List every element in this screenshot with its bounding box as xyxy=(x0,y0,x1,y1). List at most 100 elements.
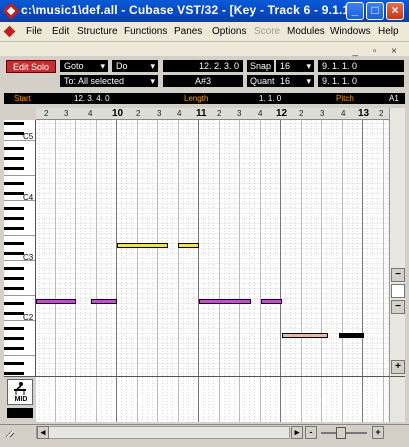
grid-line xyxy=(270,377,271,422)
black-key[interactable] xyxy=(4,122,24,125)
grid-line xyxy=(244,120,245,376)
menu-edit[interactable]: Edit xyxy=(52,26,69,37)
black-key[interactable] xyxy=(4,252,24,255)
black-key[interactable] xyxy=(4,337,24,340)
goto-dropdown[interactable]: Goto ▾ xyxy=(60,60,108,72)
scroll-minus-button[interactable]: − xyxy=(391,268,405,282)
zoom-in-button[interactable]: + xyxy=(372,426,384,439)
midi-note[interactable] xyxy=(282,333,328,338)
menu-windows[interactable]: Windows xyxy=(330,26,371,37)
grid-line xyxy=(326,377,327,422)
cubase-app-icon[interactable] xyxy=(3,3,19,19)
midi-note[interactable] xyxy=(261,299,282,304)
controller-selector[interactable] xyxy=(7,408,33,418)
edit-solo-button[interactable]: Edit Solo xyxy=(6,60,56,73)
black-key[interactable] xyxy=(4,267,24,270)
grid-line xyxy=(49,120,50,376)
close-button[interactable]: × xyxy=(386,2,404,20)
mid-button[interactable]: MID xyxy=(7,379,33,405)
zoom-out-button[interactable]: - xyxy=(305,426,317,439)
to-selected-label: To: All selected xyxy=(64,76,125,86)
horizontal-scrollbar[interactable]: ◂ xyxy=(36,426,290,439)
menu-score[interactable]: Score xyxy=(254,26,280,37)
menu-functions[interactable]: Functions xyxy=(124,26,167,37)
black-key[interactable] xyxy=(4,347,24,350)
black-key[interactable] xyxy=(4,312,24,315)
black-key[interactable] xyxy=(4,242,24,245)
black-key[interactable] xyxy=(4,277,24,280)
menu-file[interactable]: File xyxy=(26,26,42,37)
menu-panes[interactable]: Panes xyxy=(174,26,202,37)
position-display[interactable]: 12. 2. 3. 0 xyxy=(163,60,243,72)
grid-line xyxy=(137,120,138,376)
mdi-window-buttons[interactable]: _ ▫ × xyxy=(352,46,403,57)
black-key[interactable] xyxy=(4,372,24,375)
minimize-button[interactable]: _ xyxy=(346,2,364,20)
scroll-plus-button[interactable]: + xyxy=(391,360,405,374)
black-key[interactable] xyxy=(4,147,24,150)
grid-line xyxy=(219,377,220,422)
grid-line xyxy=(126,120,127,376)
vertical-scrollbar[interactable]: − − + xyxy=(389,108,405,376)
black-key[interactable] xyxy=(4,217,24,220)
grid-line xyxy=(157,377,158,422)
to-selected-dropdown[interactable]: To: All selected ▾ xyxy=(60,75,158,87)
do-dropdown[interactable]: Do ▾ xyxy=(112,60,158,72)
grid-line xyxy=(106,377,107,422)
chevron-down-icon: ▾ xyxy=(150,61,155,71)
note-name-display[interactable]: A#3 xyxy=(163,75,243,87)
zoom-slider-thumb[interactable] xyxy=(336,427,346,439)
menu-help[interactable]: Help xyxy=(378,26,399,37)
snap-position-display[interactable]: 9. 1. 1. 0 xyxy=(318,60,404,72)
black-key[interactable] xyxy=(4,167,24,170)
scroll-minus-button-2[interactable]: − xyxy=(391,300,405,314)
scroll-thumb[interactable] xyxy=(391,284,405,298)
menu-modules[interactable]: Modules xyxy=(287,26,325,37)
grid-line xyxy=(254,377,255,422)
grid-line xyxy=(249,377,250,422)
black-key[interactable] xyxy=(4,157,24,160)
grid-line xyxy=(152,120,153,376)
bar-ruler[interactable]: 2 3 4 10 2 3 4 11 2 3 4 12 2 3 4 13 2 xyxy=(36,108,389,120)
grid-line xyxy=(377,377,378,422)
grid-line xyxy=(377,120,378,376)
grid-line xyxy=(142,120,143,376)
info-line: Start 12. 3. 4. 0 Length 1. 1. 0 Pitch A… xyxy=(4,93,405,104)
black-key[interactable] xyxy=(4,287,24,290)
midi-note[interactable] xyxy=(91,299,117,304)
maximize-button[interactable]: □ xyxy=(366,2,384,20)
ruler-beat: 2 xyxy=(44,109,49,118)
quant-dropdown[interactable]: 16 ▾ xyxy=(276,75,314,87)
black-key[interactable] xyxy=(4,362,24,365)
resize-grip-icon[interactable] xyxy=(4,427,30,439)
midi-note[interactable] xyxy=(117,243,168,248)
menu-structure[interactable]: Structure xyxy=(77,26,118,37)
controller-lane[interactable] xyxy=(36,376,389,422)
document-icon[interactable] xyxy=(3,25,16,38)
pitch-value[interactable]: A1 xyxy=(389,93,399,104)
midi-note[interactable] xyxy=(36,299,76,304)
note-grid[interactable] xyxy=(36,120,389,376)
midi-note-selected[interactable] xyxy=(339,333,364,338)
grid-line xyxy=(244,377,245,422)
grid-line xyxy=(101,377,102,422)
black-key[interactable] xyxy=(4,302,24,305)
black-key[interactable] xyxy=(4,227,24,230)
midi-note[interactable] xyxy=(178,243,199,248)
snap-dropdown[interactable]: 16 ▾ xyxy=(276,60,314,72)
midi-note[interactable] xyxy=(199,299,251,304)
white-key-divider xyxy=(4,175,35,176)
title-bar[interactable]: c:\music1\def.all - Cubase VST/32 - [Key… xyxy=(0,0,409,22)
black-key[interactable] xyxy=(4,207,24,210)
black-key[interactable] xyxy=(4,182,24,185)
scroll-left-button[interactable]: ◂ xyxy=(37,426,49,439)
black-key[interactable] xyxy=(4,132,24,135)
piano-keyboard[interactable]: C5 C4 C3 C2 xyxy=(4,120,36,376)
start-value[interactable]: 12. 3. 4. 0 xyxy=(74,93,110,104)
quant-position-display[interactable]: 9. 1. 1. 0 xyxy=(318,75,404,87)
black-key[interactable] xyxy=(4,192,24,195)
length-value[interactable]: 1. 1. 0 xyxy=(259,93,281,104)
black-key[interactable] xyxy=(4,327,24,330)
menu-options[interactable]: Options xyxy=(212,26,246,37)
scroll-right-button[interactable]: ▸ xyxy=(291,426,303,439)
